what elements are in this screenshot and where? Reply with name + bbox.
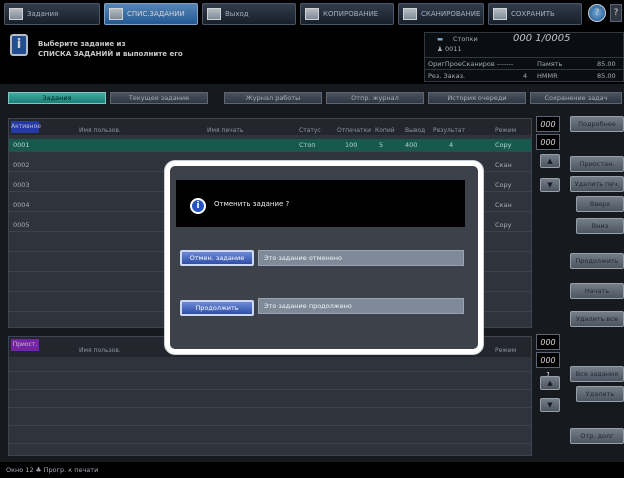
info-icon: i [190, 198, 206, 214]
dialog-question: Отменить задание ? [214, 200, 290, 208]
continue-job-description: Это задание продолжено [258, 298, 464, 314]
cancel-job-description: Это задание отменено [258, 250, 464, 266]
cancel-job-button[interactable]: Отмен. задание [180, 250, 254, 266]
continue-job-button[interactable]: Продолжить [180, 300, 254, 316]
